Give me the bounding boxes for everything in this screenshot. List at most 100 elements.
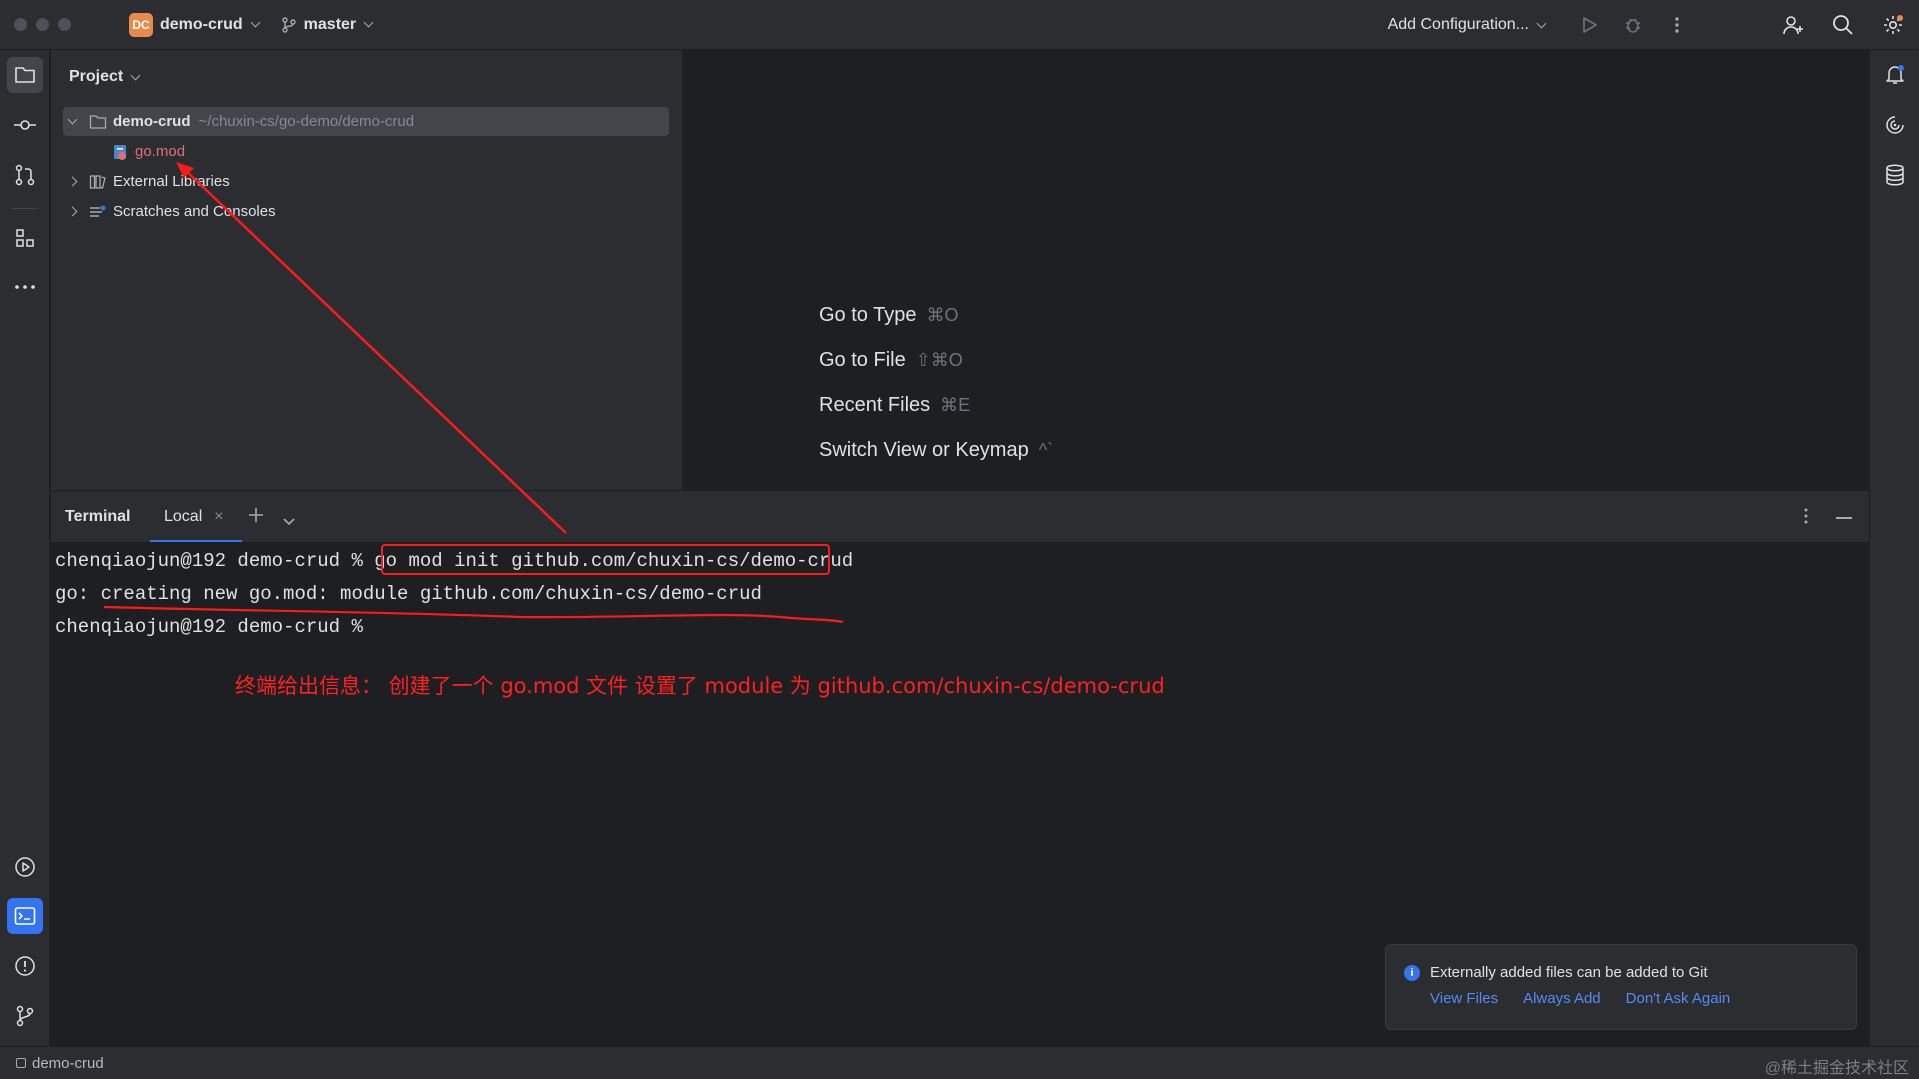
git-branch-icon — [16, 1005, 34, 1027]
expand-arrow-icon[interactable] — [63, 206, 81, 217]
project-panel-title[interactable]: Project — [69, 68, 141, 86]
tree-item-path: ~/chuxin-cs/go-demo/demo-crud — [198, 113, 415, 130]
left-tool-strip — [0, 50, 50, 1046]
terminal-icon — [14, 907, 36, 925]
run-configuration-label: Add Configuration... — [1387, 16, 1529, 33]
pull-requests-tool-button[interactable] — [7, 157, 43, 193]
git-tool-button[interactable] — [7, 998, 43, 1034]
status-breadcrumb[interactable]: demo-crud — [16, 1055, 104, 1072]
chevron-down-icon — [1536, 18, 1547, 28]
hint-switch-view[interactable]: Switch View or Keymap ^` — [819, 439, 1053, 462]
tree-item-name: Scratches and Consoles — [113, 203, 276, 220]
gear-icon — [1884, 15, 1903, 34]
plus-icon — [249, 508, 263, 522]
kebab-icon — [1804, 508, 1808, 524]
structure-tool-button[interactable] — [7, 220, 43, 256]
database-tool-button[interactable] — [1877, 157, 1913, 193]
run-button[interactable] — [1577, 13, 1601, 37]
notification-actions: View Files Always Add Don't Ask Again — [1430, 990, 1730, 1007]
expand-arrow-icon[interactable] — [63, 176, 81, 187]
status-bar: demo-crud @稀土掘金技术社区 — [0, 1046, 1919, 1079]
project-tool-button[interactable] — [7, 57, 43, 93]
folder-icon — [89, 114, 107, 130]
git-notification: i Externally added files can be added to… — [1385, 944, 1857, 1030]
view-files-link[interactable]: View Files — [1430, 990, 1498, 1007]
always-add-link[interactable]: Always Add — [1523, 990, 1601, 1007]
search-icon — [1833, 15, 1853, 35]
dont-ask-again-link[interactable]: Don't Ask Again — [1626, 990, 1731, 1007]
project-panel-title-label: Project — [69, 68, 124, 85]
zoom-window-button[interactable] — [58, 18, 71, 31]
terminal-options-dropdown[interactable] — [282, 513, 296, 531]
notifications-tool-button[interactable] — [1877, 57, 1913, 93]
hint-go-to-type[interactable]: Go to Type ⌘O — [819, 304, 959, 327]
ellipsis-icon — [15, 285, 35, 289]
tree-item-scratches[interactable]: Scratches and Consoles — [63, 197, 276, 226]
hint-shortcut: ⌘E — [940, 395, 971, 415]
problems-tool-button[interactable] — [7, 948, 43, 984]
bell-icon — [1886, 65, 1904, 84]
commit-icon — [14, 120, 36, 130]
git-branch-icon — [281, 16, 296, 33]
expand-arrow-icon[interactable] — [63, 114, 81, 125]
annotation-text: 终端给出信息： 创建了一个 go.mod 文件 设置了 module 为 git… — [235, 674, 1165, 698]
close-tab-icon[interactable]: × — [214, 508, 223, 526]
hint-label: Go to File — [819, 349, 906, 371]
tree-item-name: go.mod — [135, 143, 186, 160]
hint-shortcut: ⇧⌘O — [915, 350, 963, 370]
module-icon — [16, 1058, 26, 1068]
run-configuration-selector[interactable]: Add Configuration... — [1387, 16, 1547, 34]
terminal-line-3: chenqiaojun@192 demo-crud % — [55, 616, 363, 638]
new-terminal-tab-button[interactable] — [247, 504, 265, 530]
bug-icon — [1626, 18, 1640, 33]
tree-item-name: External Libraries — [113, 173, 230, 190]
editor-empty-state: Go to Type ⌘O Go to File ⇧⌘O Recent Files ⌘… — [684, 50, 1869, 490]
minimize-terminal-button[interactable] — [1836, 517, 1852, 519]
scratches-icon — [89, 204, 107, 220]
title-bar: DC demo-crud master Add Configuration... — [0, 0, 1919, 50]
info-icon: i — [1404, 965, 1420, 981]
hint-recent-files[interactable]: Recent Files ⌘E — [819, 394, 970, 417]
branch-switcher[interactable]: master — [281, 16, 374, 34]
shell-prompt: chenqiaojun@192 demo-crud % — [55, 550, 375, 572]
right-tool-strip — [1869, 50, 1919, 1046]
ai-spiral-icon — [1886, 116, 1904, 134]
library-icon — [89, 174, 107, 190]
go-mod-file-icon — [113, 143, 129, 161]
more-actions-button[interactable] — [1665, 13, 1689, 37]
tree-item-project-root[interactable]: demo-crud ~/chuxin-cs/go-demo/demo-crud — [63, 107, 669, 136]
debug-button[interactable] — [1621, 13, 1645, 37]
folder-icon — [15, 67, 35, 83]
code-with-me-button[interactable] — [1781, 13, 1805, 37]
status-breadcrumb-label: demo-crud — [32, 1054, 104, 1072]
tree-item-go-mod[interactable]: go.mod — [113, 137, 185, 166]
project-panel: Project demo-crud ~/chuxin-cs/go-demo/de… — [51, 50, 683, 490]
more-tools-button[interactable] — [7, 269, 43, 305]
tree-item-external-libraries[interactable]: External Libraries — [63, 167, 230, 196]
close-window-button[interactable] — [14, 18, 27, 31]
hint-go-to-file[interactable]: Go to File ⇧⌘O — [819, 349, 963, 372]
chevron-down-icon — [363, 17, 374, 28]
terminal-line-2: go: creating new go.mod: module github.c… — [55, 583, 762, 605]
terminal-title: Terminal — [65, 508, 131, 525]
minimize-window-button[interactable] — [36, 18, 49, 31]
project-switcher[interactable]: DC demo-crud — [123, 9, 265, 41]
settings-button[interactable] — [1881, 13, 1905, 37]
warning-circle-icon — [15, 956, 35, 976]
terminal-tab-local[interactable]: Local × — [150, 491, 242, 543]
ide-window: DC demo-crud master Add Configuration... — [0, 0, 1919, 1079]
terminal-tool-button[interactable] — [7, 898, 43, 934]
chevron-down-icon — [130, 70, 141, 80]
terminal-tab-label: Local — [164, 508, 203, 525]
hint-label: Switch View or Keymap — [819, 439, 1029, 461]
search-everywhere-button[interactable] — [1831, 13, 1855, 37]
commit-tool-button[interactable] — [7, 107, 43, 143]
watermark: @稀土掘金技术社区 — [1764, 1060, 1909, 1077]
ai-assistant-tool-button[interactable] — [1877, 107, 1913, 143]
terminal-more-button[interactable] — [1803, 507, 1809, 530]
chevron-down-icon — [283, 518, 295, 526]
hint-label: Go to Type — [819, 304, 917, 326]
strip-divider — [12, 208, 38, 209]
services-tool-button[interactable] — [7, 849, 43, 885]
command-highlight-box — [381, 544, 830, 575]
